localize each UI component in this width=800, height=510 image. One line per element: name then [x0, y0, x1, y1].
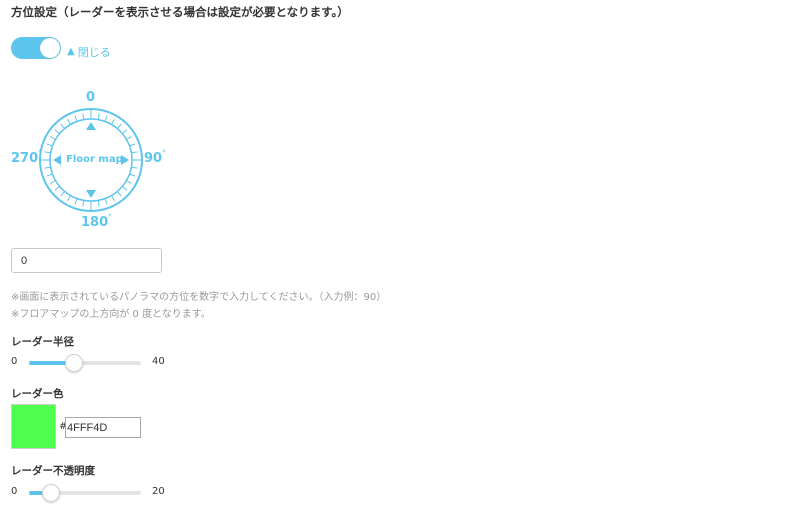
compass-north-label: 0 — [86, 90, 96, 105]
compass-tick — [74, 198, 78, 205]
compass-tick — [60, 123, 66, 129]
color-swatch[interactable] — [11, 404, 56, 449]
note-floor-map-hint: ※フロアマップの上方向が 0 度となります。 — [11, 309, 211, 320]
compass-south-label: 180° — [81, 213, 112, 230]
compass-tick — [111, 119, 115, 125]
compass-tick — [50, 180, 56, 184]
radar-radius-label: レーダー半径 — [11, 336, 74, 348]
note-direction-hint: ※画面に表示されているパノラマの方位を数字で入力してください。（入力例：90） — [11, 292, 387, 303]
compass-tick — [129, 143, 136, 147]
slider-min-label: 0 — [11, 356, 18, 367]
compass-tick — [50, 136, 56, 140]
hex-color-input[interactable] — [65, 417, 141, 438]
compass-tick — [82, 113, 85, 120]
toggle-knob[interactable] — [40, 38, 60, 58]
direction-input[interactable] — [11, 248, 162, 273]
compass-tick — [46, 173, 53, 177]
compass-tick — [111, 195, 115, 201]
compass-tick — [97, 200, 100, 207]
slider-track[interactable] — [29, 361, 141, 365]
section-title: 方位設定（レーダーを表示させる場合は設定が必要となります。） — [11, 5, 349, 19]
slider-thumb[interactable] — [42, 484, 61, 502]
close-label: 閉じる — [77, 46, 111, 59]
compass-tick — [74, 115, 78, 122]
compass-tick — [131, 166, 138, 169]
compass-west-label: 270° — [11, 149, 42, 166]
compass-east-label: 90° — [144, 149, 166, 166]
compass-tick — [122, 185, 128, 191]
compass-tick — [67, 119, 71, 125]
south-arrow-icon — [86, 190, 96, 198]
floor-map-label: Floor map — [66, 154, 123, 165]
radar-opacity-slider[interactable]: 0 20 — [11, 483, 181, 503]
compass-widget: 0 90° 180° 270° Floor map — [0, 85, 180, 235]
compass-tick — [116, 191, 122, 197]
compass-tick — [104, 115, 108, 122]
compass-tick — [60, 191, 66, 197]
slider-thumb[interactable] — [64, 354, 83, 372]
slider-max-label: 20 — [152, 486, 165, 497]
radar-radius-slider[interactable]: 0 40 — [11, 353, 181, 373]
compass-tick — [44, 151, 51, 154]
compass-tick — [104, 198, 108, 205]
compass-tick — [116, 123, 122, 129]
compass-tick — [44, 166, 51, 169]
compass-tick — [131, 151, 138, 154]
slider-min-label: 0 — [11, 486, 18, 497]
triangle-up-icon: ▲ — [67, 46, 75, 57]
compass-tick — [97, 113, 100, 120]
north-arrow-icon — [86, 122, 96, 130]
direction-toggle[interactable] — [11, 37, 61, 59]
compass-tick — [54, 129, 60, 135]
compass-tick — [129, 173, 136, 177]
compass-tick — [122, 129, 128, 135]
compass-tick — [46, 143, 53, 147]
slider-max-label: 40 — [152, 356, 165, 367]
radar-color-label: レーダー色 — [11, 388, 64, 400]
west-arrow-icon — [53, 155, 61, 165]
close-link[interactable]: ▲ 閉じる — [67, 44, 111, 60]
compass-tick — [54, 185, 60, 191]
radar-opacity-label: レーダー不透明度 — [11, 465, 95, 477]
compass-tick — [82, 200, 85, 207]
compass-tick — [126, 136, 132, 140]
compass-tick — [126, 180, 132, 184]
compass-tick — [67, 195, 71, 201]
